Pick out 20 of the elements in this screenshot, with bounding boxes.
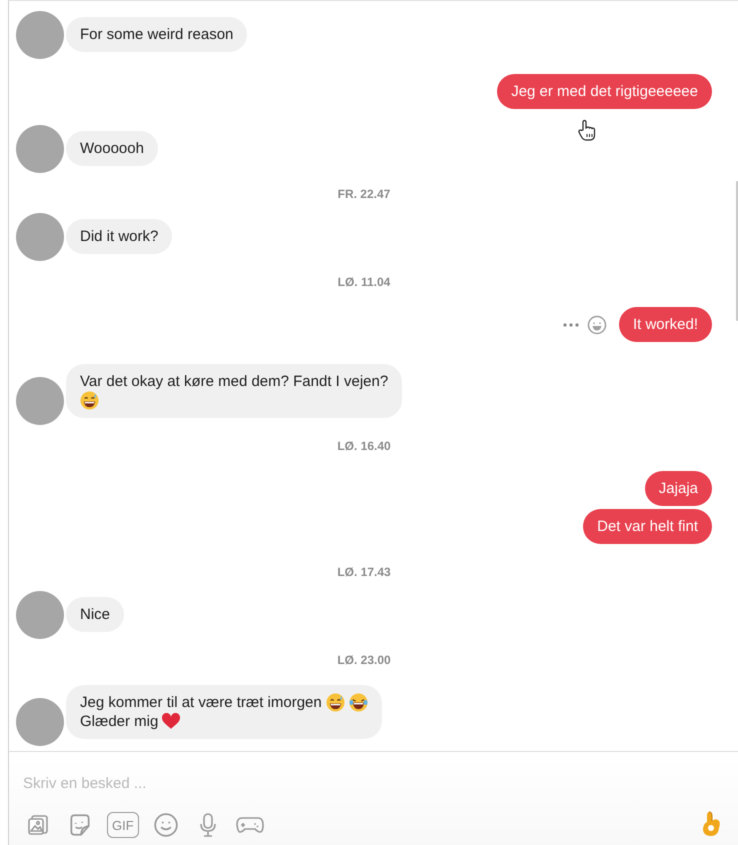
react-smiley-icon[interactable] bbox=[586, 314, 607, 334]
message-bubble: Jeg er med det rigtigeeeeee bbox=[497, 74, 712, 109]
more-options-icon[interactable] bbox=[562, 322, 579, 326]
message-bubble: It worked! bbox=[618, 307, 712, 342]
message-bubble: Det var helt fint bbox=[583, 509, 712, 544]
timestamp: LØ. 17.43 bbox=[336, 564, 392, 580]
message-bubble: Jeg kommer til at være træt imorgen Glæder mig bbox=[66, 685, 382, 739]
message-bubble: Did it work? bbox=[66, 219, 172, 254]
message-bubble: Woooooh bbox=[66, 131, 158, 166]
timestamp: LØ. 16.40 bbox=[336, 438, 392, 454]
gif-button[interactable]: GIF bbox=[107, 812, 139, 838]
message-input[interactable]: Skriv en besked ... bbox=[23, 772, 724, 794]
timestamp: FR. 22.47 bbox=[336, 186, 392, 202]
timestamp: LØ. 11.04 bbox=[336, 274, 392, 290]
message-bubble: For some weird reason bbox=[66, 17, 248, 52]
message-bubble: Jajaja bbox=[644, 471, 712, 506]
message-bubble: Nice bbox=[66, 597, 124, 632]
timestamp: LØ. 23.00 bbox=[336, 652, 392, 668]
hand-cursor-icon bbox=[577, 119, 597, 141]
message-bubble: Var det okay at køre med dem? Fandt I vejen? bbox=[66, 364, 402, 418]
